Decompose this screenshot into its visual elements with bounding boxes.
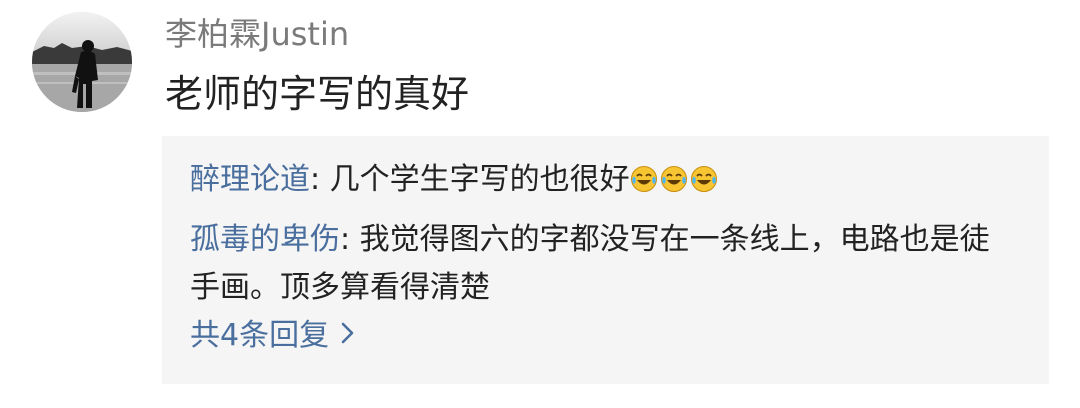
user-avatar[interactable] [32, 12, 132, 112]
reply-author[interactable]: 醉理论道 [190, 162, 310, 197]
comment-text: 老师的字写的真好 [165, 72, 470, 116]
laughing-crying-emoji-icon [690, 160, 718, 192]
view-all-replies-link[interactable]: 共4条回复 [190, 314, 355, 358]
laughing-crying-emoji-icon [630, 160, 658, 192]
reply-item: 孤毒的卑伤: 我觉得图六的字都没写在一条线上，电路也是徒手画。顶多算看得清楚 [190, 216, 1010, 312]
reply-item: 醉理论道: 几个学生字写的也很好 [190, 156, 1010, 204]
comment-item: 李柏霖Justin 老师的字写的真好 醉理论道: 几个学生字写的也很好 孤毒的卑… [0, 0, 1080, 408]
more-replies-label: 共4条回复 [190, 318, 330, 353]
person-silhouette-by-water-avatar [32, 12, 132, 112]
replies-preview[interactable]: 醉理论道: 几个学生字写的也很好 孤毒的卑伤: 我觉得图六的字都没写在一条线上，… [162, 136, 1049, 384]
laughing-crying-emoji-icon [660, 160, 688, 192]
comment-author[interactable]: 李柏霖Justin [165, 12, 349, 56]
chevron-right-icon [341, 314, 355, 358]
reply-separator: : [340, 222, 360, 257]
reply-text: 几个学生字写的也很好 [329, 162, 630, 197]
reply-author[interactable]: 孤毒的卑伤 [190, 222, 340, 257]
reply-separator: : [310, 162, 330, 197]
